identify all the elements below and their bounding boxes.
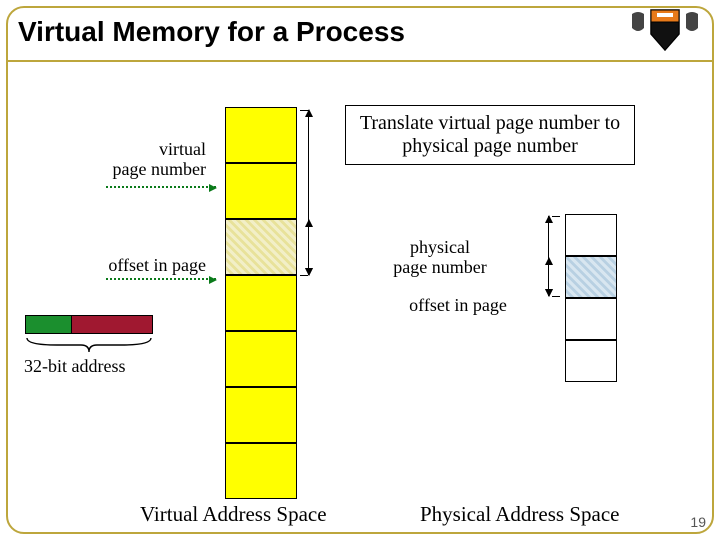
title-underline — [8, 60, 712, 62]
virtual-page-cell — [225, 275, 297, 331]
physical-frame-cell-selected — [565, 256, 617, 298]
virtual-page-cell — [225, 163, 297, 219]
physical-frame-cell — [565, 340, 617, 382]
tick — [552, 296, 560, 297]
vpn-arrow — [106, 186, 216, 188]
virtual-page-cell — [225, 331, 297, 387]
address-bits-vpn-segment — [26, 316, 72, 333]
translate-caption-box: Translate virtual page number to physica… — [345, 105, 635, 165]
physical-frame-cell — [565, 298, 617, 340]
offset-virtual-label: offset in page — [86, 256, 206, 276]
virtual-page-cell — [225, 443, 297, 499]
vpn-label: virtual page number — [86, 140, 206, 180]
virtual-address-column — [225, 107, 297, 499]
tick — [300, 110, 308, 111]
ppn-label: physical page number — [380, 238, 500, 278]
virtual-page-cell-selected — [225, 219, 297, 275]
slide-title: Virtual Memory for a Process — [18, 16, 405, 48]
princeton-shield-icon — [630, 8, 700, 54]
tick — [552, 216, 560, 217]
virtual-page-cell — [225, 107, 297, 163]
physical-frame-cell — [565, 214, 617, 256]
physical-space-caption: Physical Address Space — [420, 502, 619, 527]
virtual-page-cell — [225, 387, 297, 443]
address-bits-bar — [25, 315, 153, 334]
address-width-label: 32-bit address — [24, 356, 125, 377]
offset-virtual-range-icon — [308, 220, 309, 275]
offset-physical-range-icon — [548, 258, 549, 296]
offset-virtual-arrow — [106, 278, 216, 280]
address-bits-offset-segment — [72, 316, 152, 333]
slide-number: 19 — [690, 514, 706, 530]
physical-address-column — [565, 214, 617, 382]
offset-physical-label: offset in page — [398, 296, 518, 316]
virtual-space-caption: Virtual Address Space — [140, 502, 327, 527]
curly-brace-icon — [25, 336, 153, 354]
